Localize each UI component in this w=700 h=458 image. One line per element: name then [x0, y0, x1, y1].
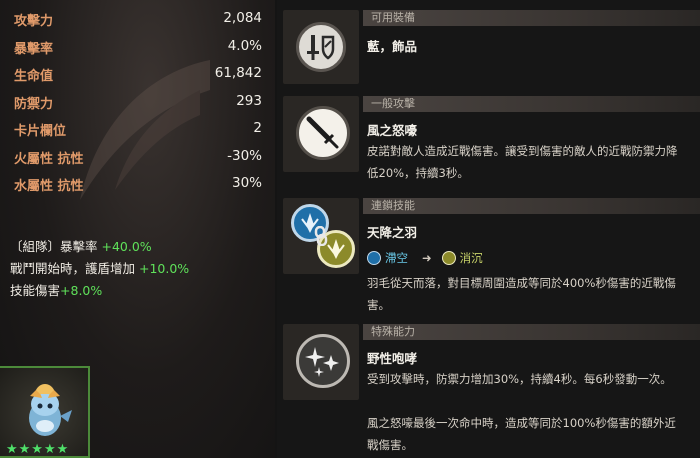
attack-desc: 皮諾對敵人造成近戰傷害。讓受到傷害的敵人的近戰防禦力降低20%，持續3秒。 [367, 144, 678, 180]
stat-label: 水屬性 抗性 [14, 179, 84, 194]
section-header: 一般攻擊 [363, 96, 700, 112]
bonus-value: +40.0% [101, 239, 152, 254]
equip-icon-box [283, 10, 359, 84]
star-rating: ★★★★★ [6, 442, 70, 457]
stat-row-fire-resist: 火屬性 抗性 -30% [14, 148, 262, 176]
equip-value: 藍，飾品 [367, 39, 418, 54]
stat-value: 2,084 [223, 10, 262, 26]
stat-row-card-slots: 卡片欄位 2 [14, 120, 262, 148]
chain-title: 天降之羽 [367, 225, 418, 240]
stat-value: 4.0% [227, 37, 262, 54]
attack-title: 風之怒嚎 [367, 123, 418, 138]
special-desc-2: 風之怒嚎最後一次命中時，造成等同於100%秒傷害的額外近戰傷害。 [367, 416, 676, 452]
stat-label: 生命值 [14, 69, 54, 84]
stat-row-hp: 生命值 61,842 [14, 65, 262, 93]
special-title: 野性咆哮 [367, 351, 418, 366]
chain-link-icon [314, 226, 328, 246]
stat-row-water-resist: 水屬性 抗性 30% [14, 175, 262, 203]
element-airborne: 滯空 [385, 251, 408, 265]
stat-label: 防禦力 [14, 96, 54, 112]
bonus-value: +8.0% [60, 283, 103, 298]
bonus-row-party-crit: 〔組隊〕暴擊率 +40.0% [10, 236, 189, 258]
chain-section: 連鎖技能 天降之羽 滯空 ➜ 消沉 羽毛從天而落，對目標周圍造成等同於400%秒… [277, 198, 700, 318]
chain-elements: 滯空 ➜ 消沉 [367, 250, 483, 266]
stat-label: 卡片欄位 [14, 124, 67, 139]
downed-icon [441, 251, 456, 265]
skill-panel: 可用裝備 藍，飾品 一般攻擊 風之怒嚎 皮諾對敵人造成近戰傷害。讓受到傷害的敵人… [277, 0, 700, 458]
card-thumbnail[interactable]: ★★★★★ [0, 366, 90, 458]
bonus-row-skill-damage: 技能傷害+8.0% [10, 280, 189, 302]
stat-row-defense: 防禦力 293 [14, 93, 262, 121]
bonus-label: 戰鬥開始時，護盾增加 [10, 261, 139, 276]
bonus-label: 〔組隊〕暴擊率 [10, 239, 102, 254]
stat-row-crit-rate: 暴擊率 4.0% [14, 38, 262, 66]
bonus-row-shield: 戰鬥開始時，護盾增加 +10.0% [10, 258, 189, 280]
stat-value: 30% [231, 175, 262, 191]
special-desc-1: 受到攻擊時，防禦力增加30%，持續4秒。每6秒發動一次。 [367, 372, 672, 386]
stat-label: 攻擊力 [14, 14, 54, 29]
sword-icon [296, 106, 350, 160]
stat-list: 攻擊力 2,084 暴擊率 4.0% 生命值 61,842 防禦力 293 卡片… [14, 10, 262, 203]
stat-value: 293 [236, 92, 262, 109]
stat-value: 61,842 [214, 65, 262, 81]
stat-row-attack: 攻擊力 2,084 [14, 10, 262, 38]
special-icon-box [283, 324, 359, 400]
section-header: 可用裝備 [363, 10, 700, 26]
sword-shield-icon [296, 22, 346, 72]
stats-panel: 攻擊力 2,084 暴擊率 4.0% 生命值 61,842 防禦力 293 卡片… [0, 0, 275, 458]
chain-icon-box [283, 198, 359, 274]
bonus-list: 〔組隊〕暴擊率 +40.0% 戰鬥開始時，護盾增加 +10.0% 技能傷害+8.… [10, 236, 189, 302]
stat-label: 暴擊率 [14, 41, 54, 57]
section-header: 特殊能力 [363, 324, 700, 340]
airborne-icon [367, 251, 381, 265]
attack-icon-box [283, 96, 359, 172]
character-portrait-icon [29, 384, 72, 436]
stat-value: -30% [227, 147, 262, 164]
element-downed: 消沉 [459, 251, 483, 265]
stat-value: 2 [253, 120, 262, 136]
bonus-label: 技能傷害 [10, 283, 61, 298]
bonus-value: +10.0% [138, 261, 190, 276]
special-section: 特殊能力 野性咆哮 受到攻擊時，防禦力增加30%，持續4秒。每6秒發動一次。 風… [277, 324, 700, 458]
arrow-icon: ➜ [422, 251, 432, 265]
section-header: 連鎖技能 [363, 198, 700, 214]
attack-section: 一般攻擊 風之怒嚎 皮諾對敵人造成近戰傷害。讓受到傷害的敵人的近戰防禦力降低20… [277, 96, 700, 192]
chain-desc: 羽毛從天而落，對目標周圍造成等同於400%秒傷害的近戰傷害。 [367, 276, 676, 312]
stat-label: 火屬性 抗性 [14, 151, 84, 167]
sparkle-icon [296, 334, 350, 388]
equip-section: 可用裝備 藍，飾品 [277, 10, 700, 88]
